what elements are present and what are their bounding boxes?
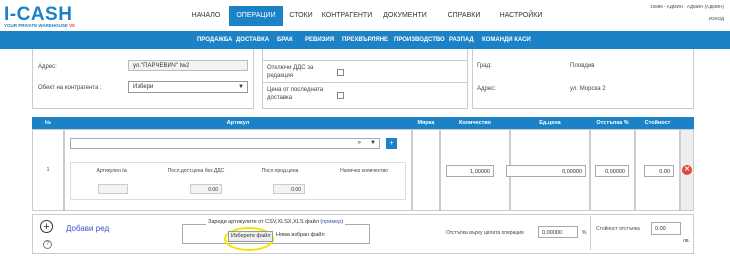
col-qty: Количество: [458, 120, 492, 126]
last-delivery-price-field: 0.00: [190, 184, 222, 194]
app-tagline: YOUR PRIVATE WAREHOUSE V5: [4, 23, 75, 28]
total-discount-label: Отстъпка върху цялата операция: [446, 230, 524, 236]
subnav-sale[interactable]: ПРОДАЖБА: [197, 31, 232, 49]
add-row-icon[interactable]: +: [40, 220, 53, 233]
nav-operations[interactable]: ОПЕРАЦИИ: [229, 6, 283, 26]
total-discount-input[interactable]: 0,00000: [538, 226, 578, 238]
subnav-scrap[interactable]: БРАК: [277, 31, 293, 49]
last-sale-price-field: 0.00: [273, 184, 305, 194]
value-input[interactable]: 0.00: [644, 165, 674, 177]
table-header: № Артикул Мярка Количество Ед.цена Отстъ…: [32, 117, 694, 129]
options-top-row: [262, 49, 468, 61]
nav-documents[interactable]: ДОКУМЕНТИ: [377, 6, 433, 26]
subnav-production[interactable]: ПРОИЗВОДСТВО: [394, 31, 445, 49]
unit-price-input[interactable]: 0,00000: [506, 165, 586, 177]
logout-link[interactable]: ИЗХОД: [709, 16, 724, 21]
subnav-cash-commands[interactable]: КОМАНДИ КАСИ: [482, 31, 531, 49]
unit-cell: [412, 129, 440, 211]
col-article: Артикул: [226, 120, 250, 126]
nav-reports[interactable]: СПРАВКИ: [441, 6, 487, 26]
add-article-button[interactable]: +: [386, 138, 397, 149]
row-num: 1: [46, 167, 50, 173]
address-label: Адрес:: [38, 64, 57, 70]
nav-home[interactable]: НАЧАЛО: [187, 6, 225, 26]
qty-input[interactable]: 1,00000: [446, 165, 494, 177]
discount-value-input[interactable]: 0.00: [651, 222, 681, 235]
user-info: 10899 - АДМИН , АДМИН (АДМИН): [650, 4, 724, 9]
counterparty-panel: [32, 49, 254, 109]
article-number-field: [98, 184, 128, 194]
choose-file-button[interactable]: Изберете файл: [228, 231, 274, 242]
import-close: ): [341, 219, 344, 225]
version-text: V5: [69, 23, 75, 28]
last-delivery-price-label: Посл.дост.цена без ДДС: [167, 168, 225, 174]
nav-stocks[interactable]: СТОКИ: [284, 6, 318, 26]
example-link[interactable]: пример: [322, 219, 341, 225]
last-price-label: Цена от последната доставка: [267, 87, 324, 101]
sub-navigation: ПРОДАЖБА ДОСТАВКА БРАК РЕВИЗИЯ ПРЕХВЪРЛЯ…: [0, 31, 730, 49]
chevron-down-icon: ▼: [370, 140, 376, 146]
currency-label: лв.: [683, 238, 690, 244]
available-qty-label: Налично количество: [340, 168, 388, 174]
tagline-text: YOUR PRIVATE WAREHOUSE: [4, 23, 68, 28]
import-legend: Зареди артикулите от CSV,XLSX,XLS файл (…: [206, 219, 346, 225]
subnav-revision[interactable]: РЕВИЗИЯ: [305, 31, 334, 49]
percent-sign: %: [582, 230, 587, 236]
discount-value-label: Стойност отстъпка: [596, 226, 640, 232]
address2-label: Адрес:: [477, 86, 496, 92]
subnav-decompose[interactable]: РАЗПАД: [449, 31, 474, 49]
object-select-value: Избери: [133, 84, 154, 90]
vat-checkbox[interactable]: [337, 69, 344, 76]
discount-input[interactable]: 0,00000: [595, 165, 629, 177]
delivery-panel: [472, 49, 694, 109]
last-price-checkbox[interactable]: [337, 92, 344, 99]
object-select[interactable]: Избери ▼: [128, 81, 248, 93]
col-unit-price: Ед.цена: [539, 120, 561, 126]
col-unit: Мярка: [417, 120, 435, 126]
city-label: Град:: [477, 63, 492, 69]
import-label: Зареди артикулите от CSV,XLSX,XLS файл (: [208, 219, 323, 225]
delete-row-icon[interactable]: ✕: [682, 165, 692, 175]
vat-label: Отключи ДДС за редакция: [267, 65, 314, 79]
nav-counterparties[interactable]: КОНТРАГЕНТИ: [318, 6, 376, 26]
subnav-transfer[interactable]: ПРЕХВЪРЛЯНЕ: [342, 31, 388, 49]
col-num: №: [44, 120, 52, 126]
article-select[interactable]: » ▼: [70, 138, 380, 149]
nav-settings[interactable]: НАСТРОЙКИ: [491, 6, 551, 26]
divider: [262, 82, 468, 83]
last-sale-price-label: Посл.прод.цена: [261, 168, 299, 174]
address-field: ул."ПАРЧЕВИЧ" №2: [128, 60, 248, 71]
chevron-down-icon: ▼: [238, 84, 244, 90]
help-icon[interactable]: ?: [43, 240, 52, 249]
no-file-text: Няма избран файл: [276, 232, 325, 238]
table-row: 1 » ▼ + Артикулен № Посл.дост.цена без Д…: [32, 129, 694, 211]
col-value: Стойност: [644, 120, 671, 126]
address2-value: ул. Морска 2: [570, 86, 606, 92]
city-value: Пловдив: [570, 63, 595, 69]
col-discount: Отстъпка %: [596, 120, 629, 126]
double-chevron-icon: »: [357, 140, 361, 146]
subnav-delivery[interactable]: ДОСТАВКА: [236, 31, 269, 49]
object-label: Обект на контрагента :: [38, 85, 102, 91]
add-row-link[interactable]: Добави ред: [66, 224, 109, 233]
article-number-label: Артикулен №: [96, 168, 128, 174]
